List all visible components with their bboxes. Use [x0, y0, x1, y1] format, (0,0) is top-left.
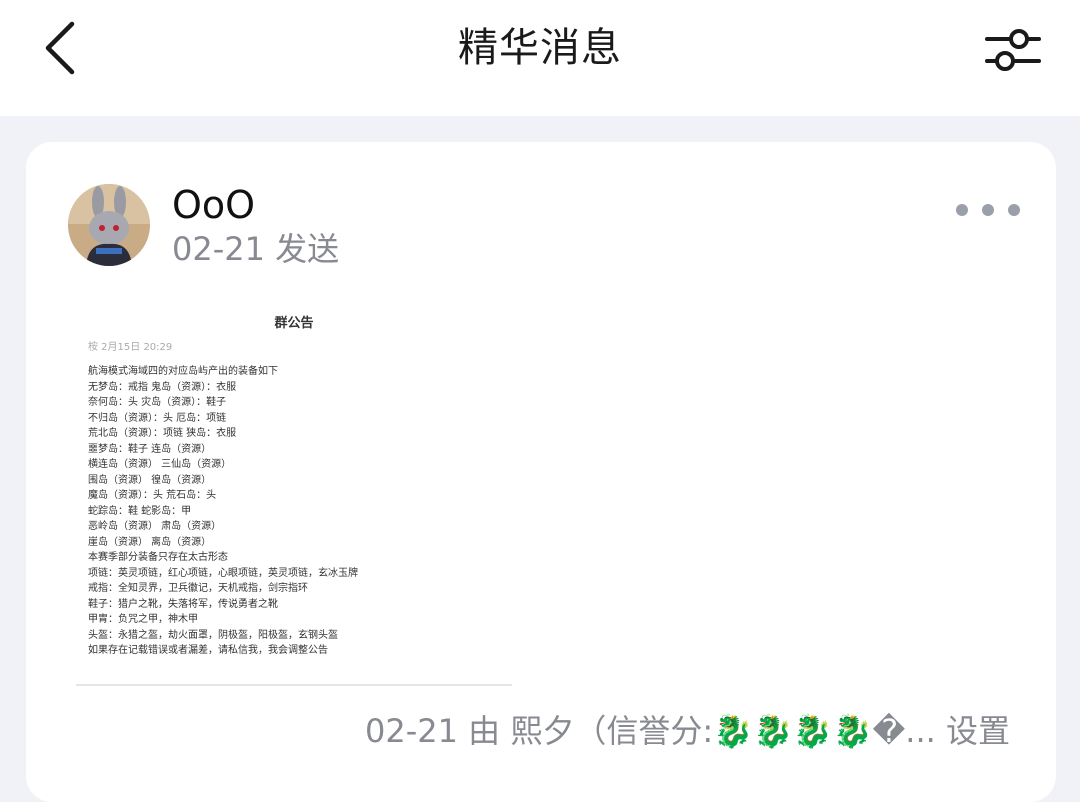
- announcement-line: 如果存在记载错误或者漏差，请私信我，我会调整公告: [88, 645, 328, 656]
- more-dots-icon: [956, 204, 968, 216]
- announcement-image[interactable]: 群公告 桉 2月15日 20:29 航海模式海域四的对应岛屿产出的装备如下 无梦…: [76, 292, 512, 686]
- announcement-line: 奈何岛：头 灾岛（资源）：鞋子: [88, 397, 227, 408]
- more-options-button[interactable]: [956, 190, 1020, 230]
- announcement-line: 蛇踪岛：鞋 蛇影岛：甲: [88, 505, 192, 517]
- announcement-line: 项链：英灵项链，红心项链，心眼项链，英灵项链，玄冰玉牌: [88, 567, 358, 579]
- avatar[interactable]: [68, 184, 150, 266]
- announcement-line: 恶岭岛（资源） 肃岛（资源）: [88, 521, 222, 532]
- send-time: 02-21 发送: [172, 230, 340, 268]
- announcement-line: 魔岛（资源）：头 荒石岛：头: [88, 490, 217, 501]
- settings-link[interactable]: 设置: [946, 712, 1010, 750]
- filter-button[interactable]: [978, 20, 1048, 80]
- sliders-icon: [985, 29, 1041, 71]
- announcement-line: 横连岛（资源） 三仙岛（资源）: [88, 459, 232, 470]
- announcement-line: 甲胄：负咒之甲，神木甲: [88, 614, 198, 625]
- message-card: OoO 02-21 发送 群公告 桉 2月15日 20:29 航海模式海域四的对…: [26, 142, 1056, 802]
- announcement-line: 戒指：全知灵界，卫兵徽记，天机戒指，剑宗指环: [88, 583, 308, 594]
- top-nav-bar: 精华消息: [0, 0, 1080, 116]
- rabbit-avatar-icon: [68, 184, 150, 266]
- announcement-title: 群公告: [274, 316, 314, 331]
- announcement-line: 噩梦岛：鞋子 连岛（资源）: [88, 443, 212, 455]
- announcement-line: 本赛季部分装备只存在太古形态: [88, 552, 228, 563]
- announcement-line: 荒北岛（资源）：项链 狭岛：衣服: [88, 428, 237, 439]
- page-title: 精华消息: [458, 25, 622, 71]
- announcement-meta: 桉 2月15日 20:29: [88, 342, 173, 353]
- announcement-line: 头盔：永猎之盔，劫火面罩，阴极盔，阳极盔，玄钢头盔: [88, 629, 338, 641]
- announcement-line: 不归岛（资源）：头 厄岛：项链: [88, 412, 227, 424]
- announcement-line: 鞋子：猎户之靴，失落将军，传说勇者之靴: [88, 598, 278, 610]
- announcement-body: 航海模式海域四的对应岛屿产出的装备如下 无梦岛：戒指 鬼岛（资源）：衣服 奈何岛…: [88, 364, 508, 659]
- announcement-line: 航海模式海域四的对应岛屿产出的装备如下: [88, 366, 278, 377]
- author-name[interactable]: OoO: [172, 182, 255, 228]
- announcement-line: 崖岛（资源） 离岛（资源）: [88, 536, 212, 548]
- announcement-line: 无梦岛：戒指 鬼岛（资源）：衣服: [88, 381, 237, 393]
- essence-set-info: 02-21 由 熙夕（信誉分:🐉🐉🐉🐉�... 设置: [26, 710, 1010, 752]
- more-dots-icon: [982, 204, 994, 216]
- announcement-line: 围岛（资源） 徨岛（资源）: [88, 474, 212, 486]
- more-dots-icon: [1008, 204, 1020, 216]
- set-by-text: 02-21 由 熙夕（信誉分:🐉🐉🐉🐉�...: [364, 712, 936, 750]
